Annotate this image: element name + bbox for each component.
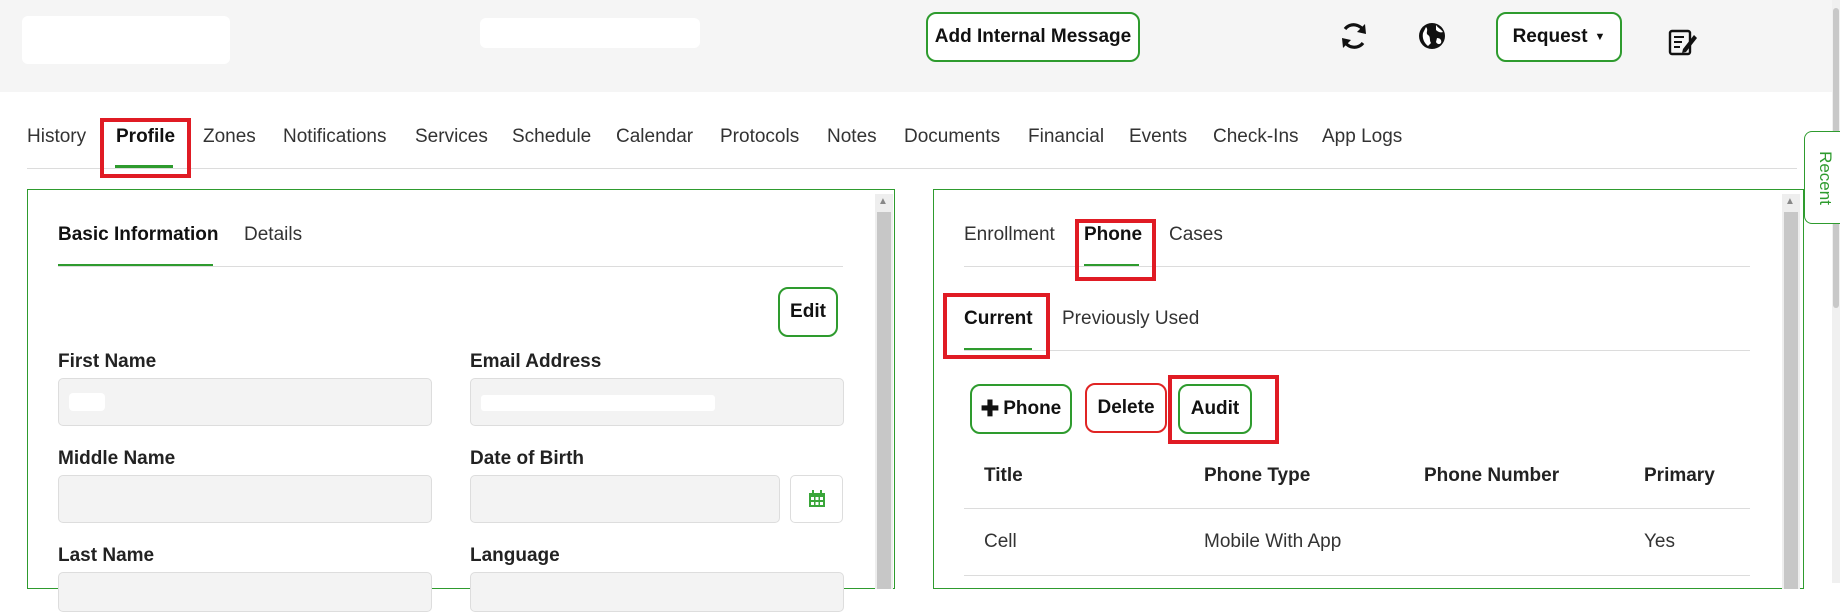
page-scrollbar[interactable]	[1832, 0, 1840, 583]
right-panel-scroll-thumb[interactable]	[1784, 212, 1798, 589]
plus-icon: ✚	[980, 396, 1000, 421]
tab-events[interactable]: Events	[1129, 126, 1187, 148]
tab-check-ins[interactable]: Check-Ins	[1213, 126, 1299, 148]
redacted-first-name	[69, 393, 105, 411]
highlight-audit-button	[1168, 375, 1279, 444]
tab-zones[interactable]: Zones	[203, 126, 256, 148]
header-bar: Add Internal Message Request ▼	[0, 0, 1840, 92]
date-of-birth-label: Date of Birth	[470, 448, 584, 469]
delete-button[interactable]: Delete	[1085, 383, 1167, 433]
add-internal-message-label: Add Internal Message	[934, 26, 1132, 47]
cell-phone-type: Mobile With App	[1204, 531, 1342, 552]
recent-side-tab[interactable]: Recent	[1804, 131, 1840, 224]
last-name-field[interactable]	[58, 572, 432, 612]
tab-enrollment[interactable]: Enrollment	[964, 224, 1055, 246]
tab-basic-information[interactable]: Basic Information	[58, 224, 218, 246]
main-tab-bar	[0, 92, 1800, 170]
table-row-divider	[964, 575, 1750, 576]
tab-documents[interactable]: Documents	[904, 126, 1000, 148]
date-of-birth-field[interactable]	[470, 475, 780, 523]
last-name-label: Last Name	[58, 545, 155, 566]
left-tab-divider	[58, 266, 843, 267]
refresh-icon[interactable]	[1336, 16, 1372, 56]
calendar-picker-button[interactable]	[790, 475, 843, 523]
redacted-info	[480, 18, 700, 48]
column-header-primary[interactable]: Primary	[1644, 465, 1715, 487]
column-header-title[interactable]: Title	[984, 465, 1023, 487]
left-panel-scroll-thumb[interactable]	[877, 212, 891, 589]
middle-name-label: Middle Name	[58, 448, 176, 469]
globe-icon[interactable]	[1414, 16, 1450, 56]
scroll-up-arrow-icon[interactable]: ▲	[878, 196, 888, 207]
language-label: Language	[470, 545, 560, 566]
delete-label: Delete	[1097, 397, 1155, 418]
sub-tab-divider	[964, 350, 1750, 351]
tab-app-logs[interactable]: App Logs	[1322, 126, 1402, 148]
tab-notes[interactable]: Notes	[827, 126, 877, 148]
tab-notifications[interactable]: Notifications	[283, 126, 387, 148]
highlight-phone-tab	[1075, 219, 1156, 281]
email-address-field[interactable]	[470, 378, 844, 426]
email-address-label: Email Address	[470, 351, 602, 372]
tab-previously-used[interactable]: Previously Used	[1062, 308, 1199, 330]
tab-divider	[27, 168, 1797, 169]
recent-label: Recent	[1815, 150, 1835, 205]
tab-services[interactable]: Services	[415, 126, 488, 148]
tab-protocols[interactable]: Protocols	[720, 126, 799, 148]
table-row[interactable]: Cell Mobile With App Yes	[964, 509, 1750, 579]
cell-primary: Yes	[1644, 531, 1675, 552]
tab-history[interactable]: History	[27, 126, 86, 148]
redacted-email	[481, 395, 715, 411]
cell-title: Cell	[984, 531, 1017, 552]
chevron-down-icon: ▼	[1594, 31, 1606, 43]
redacted-name	[22, 16, 230, 64]
highlight-current-tab	[943, 293, 1050, 359]
edit-button[interactable]: Edit	[778, 287, 838, 337]
add-phone-label: Phone	[1003, 398, 1062, 419]
calendar-icon	[808, 490, 825, 507]
request-label: Request	[1512, 26, 1588, 47]
middle-name-field[interactable]	[58, 475, 432, 523]
tab-financial[interactable]: Financial	[1028, 126, 1104, 148]
tab-schedule[interactable]: Schedule	[512, 126, 591, 148]
column-header-phone-number[interactable]: Phone Number	[1424, 465, 1559, 487]
highlight-profile-tab	[100, 118, 191, 178]
tab-calendar[interactable]: Calendar	[616, 126, 693, 148]
language-field[interactable]	[470, 572, 844, 612]
add-phone-button[interactable]: ✚ Phone	[970, 384, 1072, 434]
edit-label: Edit	[790, 301, 826, 322]
tab-details[interactable]: Details	[244, 224, 302, 246]
request-dropdown-button[interactable]: Request ▼	[1496, 12, 1622, 62]
tab-cases[interactable]: Cases	[1169, 224, 1223, 246]
column-header-phone-type[interactable]: Phone Type	[1204, 465, 1310, 487]
first-name-field[interactable]	[58, 378, 432, 426]
first-name-label: First Name	[58, 351, 157, 372]
notes-edit-icon[interactable]	[1664, 22, 1700, 60]
add-internal-message-button[interactable]: Add Internal Message	[926, 12, 1140, 62]
scroll-up-arrow-icon[interactable]: ▲	[1785, 196, 1795, 207]
